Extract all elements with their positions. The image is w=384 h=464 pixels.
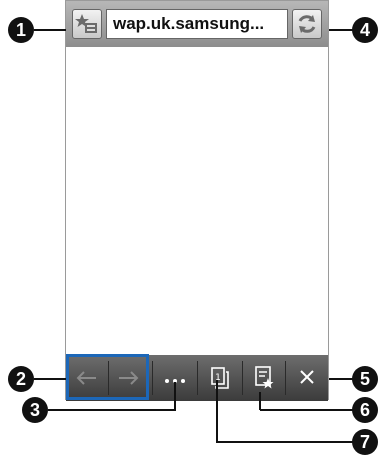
favorites-button[interactable] — [72, 9, 102, 39]
navigation-buttons-highlight — [66, 354, 149, 400]
close-button[interactable] — [286, 355, 330, 401]
callout-3: 3 — [22, 397, 48, 423]
callout-2: 2 — [8, 366, 34, 392]
callout-line-3 — [174, 382, 176, 410]
callout-line-3 — [48, 409, 176, 411]
callout-line-5 — [329, 378, 353, 380]
callout-line-7 — [216, 380, 218, 442]
callout-line-2 — [34, 378, 66, 380]
callout-7: 7 — [352, 429, 378, 455]
close-icon — [300, 370, 314, 384]
callout-line-1 — [34, 29, 66, 31]
url-field[interactable]: wap.uk.samsung... — [106, 9, 288, 39]
callout-6: 6 — [352, 397, 378, 423]
callout-line-7 — [216, 441, 353, 443]
callout-1: 1 — [8, 17, 34, 43]
browser-top-bar: wap.uk.samsung... — [66, 1, 328, 48]
web-page-content[interactable] — [66, 47, 328, 355]
callout-5: 5 — [352, 366, 378, 392]
browser-window: wap.uk.samsung... 1 — [65, 0, 330, 401]
callout-4: 4 — [352, 17, 378, 43]
add-bookmark-button[interactable] — [243, 355, 285, 401]
refresh-button[interactable] — [292, 9, 322, 39]
callout-line-6 — [260, 409, 353, 411]
add-bookmark-icon — [255, 366, 274, 389]
callout-line-4 — [329, 29, 354, 31]
favorites-icon — [75, 14, 97, 33]
windows-button[interactable]: 1 — [198, 355, 242, 401]
callout-line-6 — [259, 392, 261, 410]
windows-icon: 1 — [211, 367, 229, 389]
refresh-icon — [298, 15, 316, 33]
